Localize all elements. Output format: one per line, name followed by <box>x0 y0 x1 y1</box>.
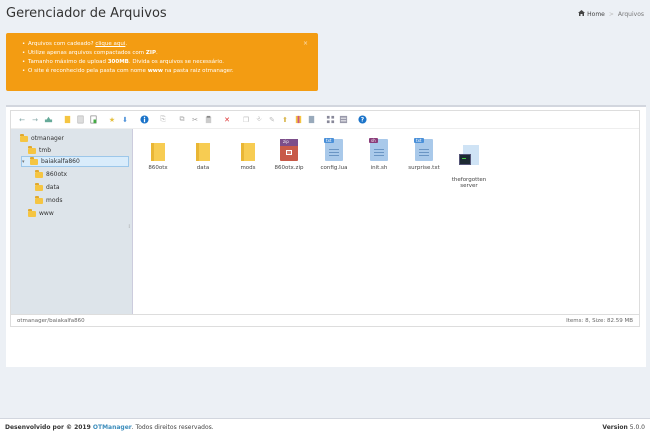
tree-item-otmanager[interactable]: otmanager <box>20 133 64 144</box>
tree-item-mods[interactable]: mods <box>35 195 62 206</box>
breadcrumb-current: Arquivos <box>617 10 644 18</box>
file-item-config-lua[interactable]: txt config.lua <box>317 137 351 171</box>
folder-icon <box>241 143 255 161</box>
folder-icon <box>35 196 43 204</box>
script-file-icon: sh <box>369 138 388 161</box>
new-file-icon[interactable] <box>75 115 85 125</box>
file-manager-box: ← → ★ ⬇ ⎘ ⧉ ✂ ✕ ❐ ⎀ ✎ ⬆ ? otmanager tmb … <box>6 105 646 367</box>
folder-icon <box>20 134 28 142</box>
file-item-860otx[interactable]: 860otx <box>141 137 175 171</box>
dashboard-icon <box>578 10 586 18</box>
file-grid: 860otx data mods zip 860otx.zip txt conf… <box>141 137 631 297</box>
text-file-icon: txt <box>414 138 433 161</box>
file-manager: ← → ★ ⬇ ⎘ ⧉ ✂ ✕ ❐ ⎀ ✎ ⬆ ? otmanager tmb … <box>10 110 640 327</box>
folder-icon <box>28 146 36 154</box>
info-alert: × Arquivos com cadeado? clique aqui. Uti… <box>6 33 318 91</box>
favorites-icon[interactable]: ★ <box>107 115 117 125</box>
file-item-theforgottenserver[interactable]: theforgotten server <box>449 137 489 195</box>
open-icon[interactable] <box>88 115 98 125</box>
file-item-data[interactable]: data <box>186 137 220 171</box>
file-item-init-sh[interactable]: sh init.sh <box>362 137 396 171</box>
alert-line-2: Utilize apenas arquivos compactados com … <box>22 49 308 58</box>
extract-icon[interactable] <box>306 115 316 125</box>
folder-icon <box>35 183 43 191</box>
up-folder-icon[interactable] <box>43 115 53 125</box>
new-folder-icon[interactable] <box>62 115 72 125</box>
toolbar: ← → ★ ⬇ ⎘ ⧉ ✂ ✕ ❐ ⎀ ✎ ⬆ ? <box>11 111 639 129</box>
tree-item-tmb[interactable]: tmb <box>28 145 51 156</box>
folder-icon <box>196 143 210 161</box>
brand-link[interactable]: OTManager <box>93 424 132 431</box>
archive-icon[interactable] <box>293 115 303 125</box>
folder-icon <box>28 209 36 217</box>
folder-tree: otmanager tmb ▾ baiakalfa860 860otx data <box>11 129 133 316</box>
edit-icon[interactable]: ✎ <box>267 115 277 125</box>
page-title: Gerenciador de Arquivos <box>6 6 167 21</box>
folder-icon <box>30 157 38 165</box>
alert-line-4: O site é reconhecido pela pasta com nome… <box>22 67 308 76</box>
forward-icon[interactable]: → <box>30 115 40 125</box>
breadcrumb-home-label: Home <box>587 10 605 18</box>
items-summary: Items: 8, Size: 82.59 MB <box>566 317 633 324</box>
breadcrumb: Home > Arquivos <box>578 10 644 18</box>
lock-help-link[interactable]: clique aqui <box>95 41 125 47</box>
alert-line-3: Tamanho máximo de upload 300MB. Divida o… <box>22 58 308 67</box>
file-item-860otx-zip[interactable]: zip 860otx.zip <box>272 137 306 171</box>
duplicate-icon[interactable]: ❐ <box>241 115 251 125</box>
footer-copyright: Desenvolvido por © 2019 OTManager. Todos… <box>5 423 214 431</box>
current-path: otmanager/baiakalfa860 <box>17 317 85 324</box>
tree-item-baiakalfa860[interactable]: ▾ baiakalfa860 <box>21 156 129 167</box>
select-icon[interactable]: ⎘ <box>158 115 168 125</box>
file-item-mods[interactable]: mods <box>231 137 265 171</box>
back-icon[interactable]: ← <box>17 115 27 125</box>
tree-item-data[interactable]: data <box>35 182 60 193</box>
alert-line-1: Arquivos com cadeado? clique aqui. <box>22 40 308 49</box>
cut-icon[interactable]: ✂ <box>190 115 200 125</box>
zip-file-icon: zip <box>280 139 298 161</box>
tree-item-860otx[interactable]: 860otx <box>35 169 67 180</box>
icons-view-icon[interactable] <box>325 115 335 125</box>
file-item-surprise-txt[interactable]: txt surprise.txt <box>407 137 441 171</box>
breadcrumb-home[interactable]: Home <box>578 10 605 18</box>
info-icon[interactable] <box>139 115 149 125</box>
copy-icon[interactable]: ⧉ <box>177 115 187 125</box>
folder-icon <box>35 170 43 178</box>
tree-resize-handle[interactable]: ⁞ <box>128 224 130 230</box>
tree-item-www[interactable]: www <box>28 208 54 219</box>
list-view-icon[interactable] <box>338 115 348 125</box>
help-icon[interactable]: ? <box>357 115 367 125</box>
folder-icon <box>151 143 165 161</box>
breadcrumb-separator: > <box>608 10 614 18</box>
delete-icon[interactable]: ✕ <box>222 115 232 125</box>
download-icon[interactable]: ⬇ <box>120 115 130 125</box>
footer: Desenvolvido por © 2019 OTManager. Todos… <box>0 418 650 435</box>
chevron-down-icon[interactable]: ▾ <box>22 159 27 165</box>
upload-icon[interactable]: ⬆ <box>280 115 290 125</box>
paste-icon[interactable] <box>203 115 213 125</box>
footer-version: Version 5.0.0 <box>602 423 645 431</box>
status-bar: otmanager/baiakalfa860 Items: 8, Size: 8… <box>11 314 639 326</box>
rename-icon[interactable]: ⎀ <box>254 115 264 125</box>
executable-file-icon <box>459 145 479 167</box>
text-file-icon: txt <box>324 138 343 161</box>
